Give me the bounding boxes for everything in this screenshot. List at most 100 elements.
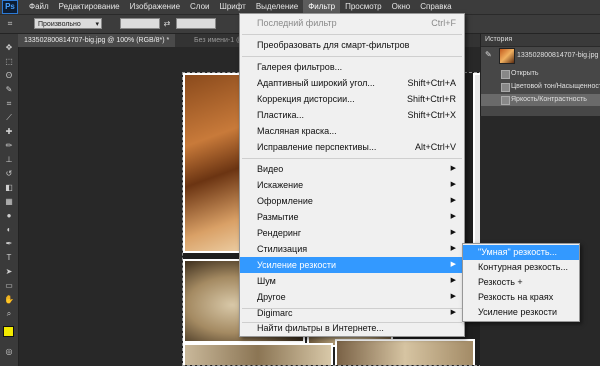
submenu-item-label: Резкость + [478, 277, 523, 287]
quick-select-tool-icon[interactable]: ✎ [3, 84, 15, 95]
menu-item-label: Digimarc [257, 308, 293, 318]
photoshop-logo-icon: Ps [2, 0, 18, 14]
healing-brush-icon[interactable]: ✚ [3, 126, 15, 137]
brush-tool-icon[interactable]: ✏ [3, 140, 15, 151]
menu-item-render[interactable]: Рендеринг ▶ [240, 225, 464, 241]
menu-item-oil-paint[interactable]: Масляная краска... [240, 123, 464, 139]
menu-edit[interactable]: Редактирование [54, 0, 125, 14]
menu-item-noise[interactable]: Шум ▶ [240, 273, 464, 289]
submenu-arrow-icon: ▶ [450, 181, 456, 188]
menu-item-vanishing-point[interactable]: Исправление перспективы... Alt+Ctrl+V [240, 139, 464, 155]
crop-tool-icon[interactable]: ⌗ [3, 98, 15, 109]
swap-arrows-icon[interactable]: ⇄ [162, 18, 172, 29]
submenu-item-label: Резкость на краях [478, 292, 554, 302]
gradient-tool-icon[interactable]: ▦ [3, 196, 15, 207]
sharpen-submenu: "Умная" резкость... Контурная резкость..… [462, 243, 580, 322]
quick-mask-icon[interactable]: ◎ [3, 346, 15, 357]
menu-item-sharpen[interactable]: Усиление резкости ▶ [240, 257, 464, 273]
menu-layers[interactable]: Слои [185, 0, 214, 14]
menu-item-video[interactable]: Видео ▶ [240, 161, 464, 177]
clone-stamp-icon[interactable]: ⊥ [3, 154, 15, 165]
submenu-item-sharpen[interactable]: Усиление резкости [463, 305, 579, 320]
history-brush-icon[interactable]: ↺ [3, 168, 15, 179]
crop-ratio-select[interactable]: Произвольно [34, 18, 102, 30]
menu-item-browse-filters-online[interactable]: Найти фильтры в Интернете... [240, 320, 464, 336]
submenu-item-sharpen-edges[interactable]: Резкость на краях [463, 290, 579, 305]
pen-tool-icon[interactable]: ✒ [3, 238, 15, 249]
submenu-item-unsharp-mask[interactable]: Контурная резкость... [463, 260, 579, 275]
submenu-item-sharpen-more[interactable]: Резкость + [463, 275, 579, 290]
menu-image[interactable]: Изображение [125, 0, 185, 14]
blur-tool-icon[interactable]: ● [3, 210, 15, 221]
history-step-label: Цветовой тон/Насыщенность [511, 83, 600, 90]
history-step-label: Яркость/Контрастность [511, 96, 587, 103]
menu-item-convert-smart-filters[interactable]: Преобразовать для смарт-фильтров [240, 37, 464, 53]
submenu-arrow-icon: ▶ [450, 277, 456, 284]
menu-item-blur[interactable]: Размытие ▶ [240, 209, 464, 225]
submenu-arrow-icon: ▶ [450, 197, 456, 204]
marquee-tool-icon[interactable]: ⬚ [3, 56, 15, 67]
menu-item-other[interactable]: Другое ▶ [240, 289, 464, 305]
history-step-selected[interactable]: Яркость/Контрастность [481, 94, 600, 106]
menu-type[interactable]: Шрифт [214, 0, 250, 14]
menu-select[interactable]: Выделение [251, 0, 303, 14]
photo-bottom-right [335, 339, 475, 365]
tab-document-active[interactable]: 133502800814707-big.jpg @ 100% (RGB/8*) … [18, 34, 176, 47]
menu-item-label: Найти фильтры в Интернете... [257, 323, 384, 333]
menu-help[interactable]: Справка [415, 0, 456, 14]
menu-item-distort[interactable]: Искажение ▶ [240, 177, 464, 193]
eraser-tool-icon[interactable]: ◧ [3, 182, 15, 193]
menu-separator [242, 158, 462, 159]
menu-item-label: Стилизация [257, 244, 308, 254]
history-step-icon [501, 70, 510, 79]
menu-item-shortcut: Alt+Ctrl+V [414, 142, 456, 152]
history-panel-title: История [481, 34, 600, 47]
eyedropper-tool-icon[interactable]: ⟋ [3, 112, 15, 123]
history-step[interactable]: Открыть [481, 68, 600, 80]
right-panel-empty [480, 116, 600, 366]
zoom-tool-icon[interactable]: ⌕ [3, 308, 15, 319]
menu-item-label: Искажение [257, 180, 304, 190]
menu-filter[interactable]: Фильтр [303, 0, 341, 14]
crop-tool-preset-icon[interactable]: ⌗ [4, 18, 16, 29]
submenu-arrow-icon: ▶ [450, 309, 456, 316]
menu-item-label: Галерея фильтров... [257, 62, 343, 72]
menu-item-filter-gallery[interactable]: Галерея фильтров... [240, 59, 464, 75]
menu-item-label: Исправление перспективы... [257, 142, 377, 152]
menu-item-adaptive-wide-angle[interactable]: Адаптивный широкий угол... Shift+Ctrl+A [240, 75, 464, 91]
menu-item-shortcut: Shift+Ctrl+A [407, 78, 456, 88]
hand-tool-icon[interactable]: ✋ [3, 294, 15, 305]
menu-separator [242, 56, 462, 57]
menu-item-last-filter: Последний фильтр Ctrl+F [240, 15, 464, 31]
history-panel: История ✎ 133502800814707-big.jpg Открыт… [480, 34, 600, 116]
menu-window[interactable]: Окно [387, 0, 416, 14]
menu-separator [242, 34, 462, 35]
height-field[interactable] [176, 18, 216, 29]
submenu-item-label: "Умная" резкость... [478, 247, 558, 257]
menu-item-lens-correction[interactable]: Коррекция дисторсии... Shift+Ctrl+R [240, 91, 464, 107]
lasso-tool-icon[interactable]: ʘ [3, 70, 15, 81]
menu-view[interactable]: Просмотр [340, 0, 387, 14]
tools-panel: ✥ ⬚ ʘ ✎ ⌗ ⟋ ✚ ✏ ⊥ ↺ ◧ ▦ ● ◐ ✒ T ➤ ▭ ✋ ⌕ … [0, 34, 19, 366]
dodge-tool-icon[interactable]: ◐ [3, 224, 15, 235]
history-step-label: Открыть [511, 70, 539, 77]
move-tool-icon[interactable]: ✥ [3, 42, 15, 53]
menu-item-stylize[interactable]: Стилизация ▶ [240, 241, 464, 257]
menu-item-digimarc[interactable]: Digimarc ▶ [240, 305, 464, 321]
menu-item-liquify[interactable]: Пластика... Shift+Ctrl+X [240, 107, 464, 123]
history-step[interactable]: Цветовой тон/Насыщенность [481, 81, 600, 93]
menu-item-pixelate[interactable]: Оформление ▶ [240, 193, 464, 209]
menu-item-label: Оформление [257, 196, 313, 206]
width-field[interactable] [120, 18, 160, 29]
shape-tool-icon[interactable]: ▭ [3, 280, 15, 291]
submenu-arrow-icon: ▶ [450, 165, 456, 172]
foreground-color-swatch[interactable] [3, 326, 14, 337]
menu-item-label: Пластика... [257, 110, 305, 120]
menu-file[interactable]: Файл [24, 0, 54, 14]
submenu-item-smart-sharpen[interactable]: "Умная" резкость... [463, 245, 579, 260]
type-tool-icon[interactable]: T [3, 252, 15, 263]
history-snapshot[interactable]: 133502800814707-big.jpg [481, 50, 600, 62]
filter-menu-dropdown: Последний фильтр Ctrl+F Преобразовать дл… [239, 13, 465, 337]
menu-item-label: Последний фильтр [257, 18, 337, 28]
path-select-tool-icon[interactable]: ➤ [3, 266, 15, 277]
